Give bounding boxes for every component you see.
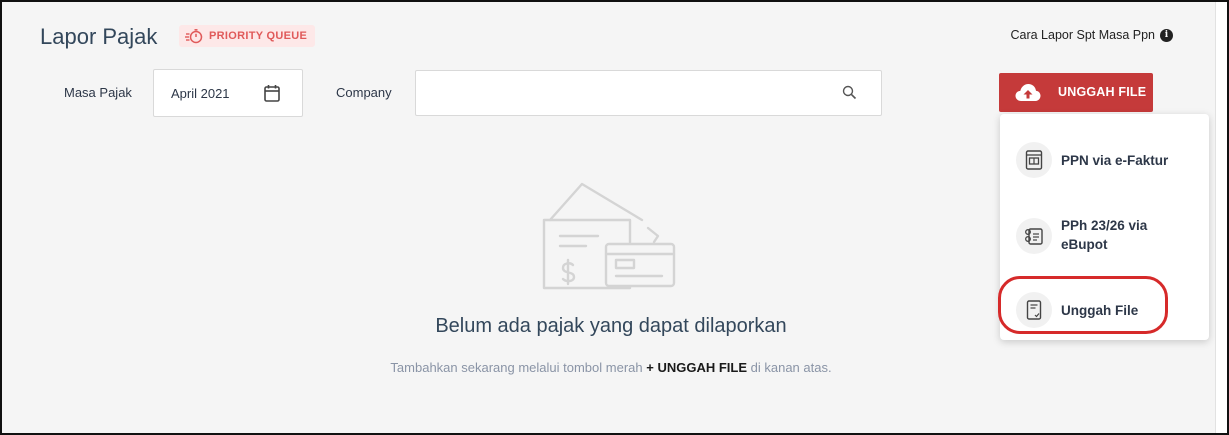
efaktur-document-icon [1016, 142, 1052, 178]
company-search-input[interactable] [416, 71, 881, 115]
page-title: Lapor Pajak [40, 24, 158, 49]
menu-item-label-line2[interactable]: eBupot [1061, 235, 1108, 254]
ebupot-document-icon [1016, 218, 1052, 254]
scrollbar-track[interactable] [1215, 2, 1227, 433]
help-link[interactable]: Cara Lapor Spt Masa Ppn i [1010, 28, 1173, 42]
priority-queue-badge: PRIORITY QUEUE [179, 25, 316, 47]
calendar-icon[interactable] [264, 84, 280, 102]
search-icon[interactable] [842, 85, 857, 100]
menu-item-ppn-efaktur[interactable]: PPN via e-Faktur [1000, 140, 1209, 180]
menu-item-pph-ebupot[interactable]: PPh 23/26 via eBupot [1000, 214, 1209, 260]
upload-file-button[interactable]: UNGGAH FILE [999, 73, 1153, 112]
masa-pajak-picker[interactable] [153, 69, 303, 117]
help-link-label[interactable]: Cara Lapor Spt Masa Ppn [1010, 28, 1155, 42]
empty-state-title: Belum ada pajak yang dapat dilaporkan [435, 315, 787, 337]
masa-pajak-label: Masa Pajak [64, 85, 132, 100]
company-search-field[interactable] [415, 70, 882, 116]
empty-state-hint: Tambahkan sekarang melalui tombol merah … [2, 360, 1220, 375]
empty-wallet-illustration [540, 180, 678, 297]
info-icon[interactable]: i [1160, 28, 1173, 42]
cloud-upload-icon [1015, 83, 1041, 105]
stopwatch-icon [185, 28, 203, 44]
menu-item-label-line1[interactable]: PPh 23/26 via [1061, 216, 1147, 235]
menu-item-label[interactable]: PPN via e-Faktur [1061, 151, 1168, 170]
empty-state-hint-button-ref: + UNGGAH FILE [646, 360, 747, 375]
empty-state-hint-prefix: Tambahkan sekarang melalui tombol merah [390, 360, 643, 375]
company-label: Company [336, 85, 392, 100]
badge-label: PRIORITY QUEUE [209, 30, 308, 42]
upload-file-button-label[interactable]: UNGGAH FILE [1058, 85, 1146, 99]
app-window: Lapor Pajak PRIORITY QUEUE Cara Lapor Sp… [0, 0, 1229, 435]
empty-state-hint-suffix: di kanan atas. [750, 360, 832, 375]
